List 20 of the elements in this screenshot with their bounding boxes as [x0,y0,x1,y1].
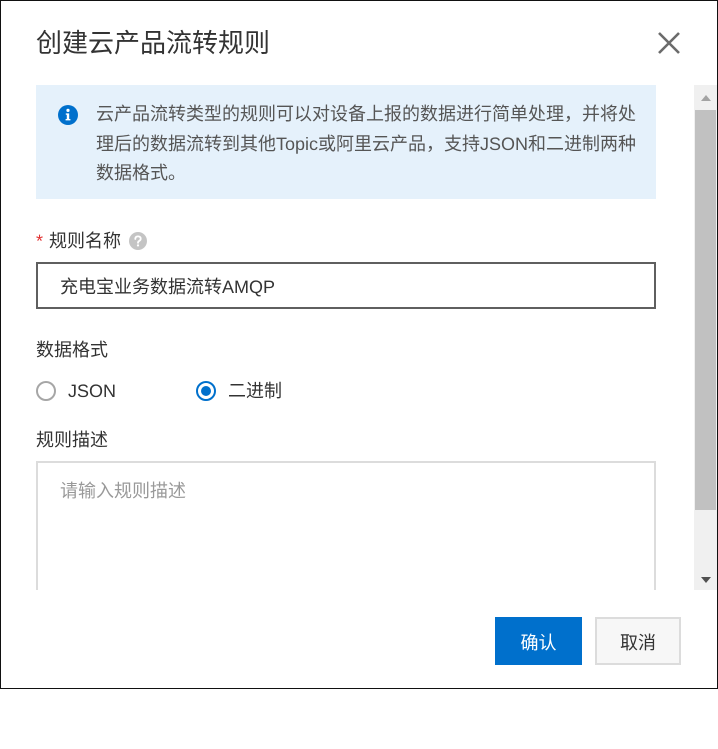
dialog-title: 创建云产品流转规则 [36,27,270,59]
rule-name-field[interactable]: 充电宝业务数据流转AMQP [36,262,656,308]
confirm-button[interactable]: 确认 [495,617,582,665]
notice-text: 云产品流转类型的规则可以对设备上报的数据进行简单处理，并将处理后的数据流转到其他Topic或阿里云产品，支持JSON和二进制两种数据格式。 [96,103,638,185]
scroll-up-icon[interactable] [700,95,710,101]
format-option[interactable]: 二进制 [196,378,356,402]
close-icon [658,32,680,54]
close-button[interactable] [658,32,680,54]
scroll-down-icon[interactable] [700,577,710,583]
required-mark: * [36,230,44,252]
cancel-button[interactable]: 取消 [595,617,681,665]
info-icon [58,105,78,125]
scrollbar-thumb[interactable] [695,110,716,510]
format-option[interactable]: JSON [36,378,196,402]
help-icon[interactable] [129,232,148,250]
field-label: 数据格式 [36,338,108,362]
field-label: 规则描述 [36,428,108,452]
field-label: 规则名称 [49,230,122,252]
description-field[interactable]: 请输入规则描述 [36,460,656,590]
scrollbar[interactable] [694,85,717,590]
